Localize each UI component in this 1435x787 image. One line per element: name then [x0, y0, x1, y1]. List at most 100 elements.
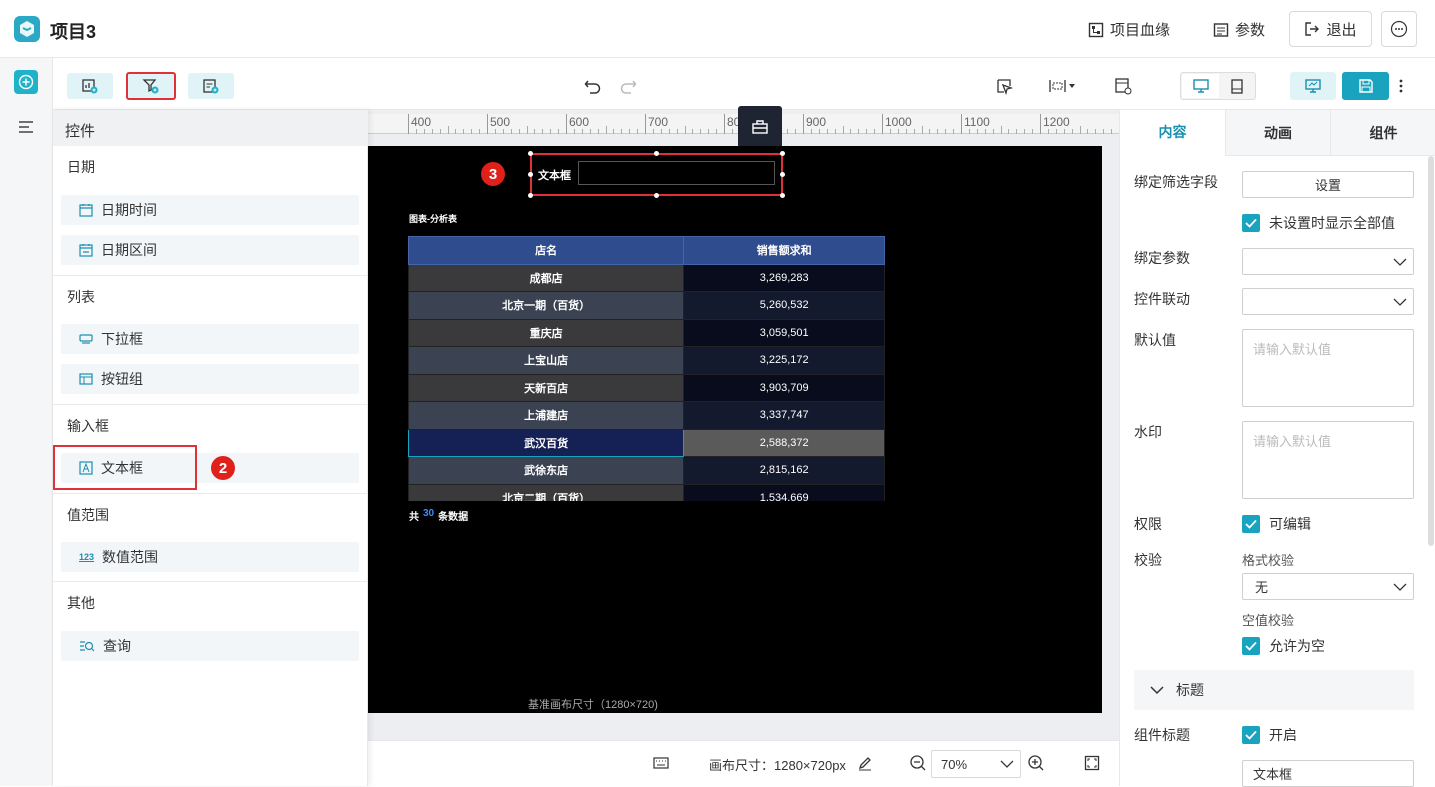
- zoom-in-icon[interactable]: [1027, 754, 1045, 772]
- control-number-range[interactable]: 123 数值范围: [61, 542, 359, 572]
- table-cell-store[interactable]: 上浦建店: [408, 401, 685, 430]
- title-section-header[interactable]: 标题: [1134, 670, 1414, 710]
- editable-checkbox[interactable]: 可编辑: [1242, 514, 1311, 534]
- table-cell-sales[interactable]: 3,225,172: [683, 346, 885, 375]
- calendar-range-icon: [79, 243, 93, 257]
- component-toolbox-button[interactable]: [738, 106, 782, 148]
- undo-icon[interactable]: [580, 73, 606, 99]
- watermark-input[interactable]: 请输入默认值: [1242, 421, 1414, 499]
- calendar-icon: [79, 203, 93, 217]
- enable-title-checkbox[interactable]: 开启: [1242, 725, 1297, 745]
- default-value-input[interactable]: 请输入默认值: [1242, 329, 1414, 407]
- layer-settings-icon[interactable]: [1110, 73, 1136, 99]
- edit-size-icon[interactable]: [857, 755, 873, 771]
- show-all-checkbox[interactable]: 未设置时显示全部值: [1242, 213, 1395, 233]
- preview-button[interactable]: [1290, 72, 1336, 100]
- textbox-widget-label: 文本框: [538, 170, 571, 182]
- panel-title: 控件: [53, 110, 368, 146]
- ruler-minor-tick: [558, 129, 560, 134]
- params-button[interactable]: 参数: [1213, 19, 1265, 40]
- table-row[interactable]: 上浦建店 3,337,747: [408, 401, 885, 430]
- ruler-minor-tick: [968, 129, 970, 134]
- table-header-sales[interactable]: 销售额求和: [683, 236, 885, 265]
- table-header-store[interactable]: 店名: [408, 236, 685, 265]
- control-dropdown[interactable]: 下拉框: [61, 324, 359, 354]
- table-row[interactable]: 成都店 3,269,283: [408, 263, 885, 292]
- ruler-minor-tick: [810, 129, 812, 134]
- table-cell-sales[interactable]: 3,903,709: [683, 373, 885, 402]
- table-cell-sales[interactable]: 3,337,747: [683, 401, 885, 430]
- ruler-minor-tick: [597, 129, 599, 134]
- control-panel: 控件 日期 日期时间 日期区间 列表 下拉框 按钮组 输入框 文本框 2 值范围…: [53, 110, 368, 786]
- textbox-widget-input[interactable]: [578, 161, 775, 185]
- control-date-range[interactable]: 日期区间: [61, 235, 359, 265]
- lineage-icon: [1088, 22, 1104, 38]
- ruler-minor-tick: [889, 129, 891, 134]
- allow-empty-checkbox[interactable]: 允许为空: [1242, 636, 1325, 656]
- tab-content[interactable]: 内容: [1120, 110, 1225, 156]
- linkage-select[interactable]: [1242, 288, 1414, 315]
- table-row[interactable]: 武徐东店 2,815,162: [408, 456, 885, 485]
- desktop-view-icon[interactable]: [1182, 74, 1219, 98]
- zoom-out-icon[interactable]: [909, 754, 927, 772]
- table-cell-store[interactable]: 北京一期（百货）: [408, 291, 685, 320]
- format-validate-select[interactable]: 无: [1242, 573, 1414, 600]
- control-button-group[interactable]: 按钮组: [61, 364, 359, 394]
- table-row[interactable]: 天新百店 3,903,709: [408, 373, 885, 402]
- table-cell-store[interactable]: 成都店: [408, 263, 685, 292]
- tab-component[interactable]: 组件: [1330, 110, 1435, 156]
- mobile-view-icon[interactable]: [1219, 74, 1255, 98]
- table-cell-sales[interactable]: 2,815,162: [683, 456, 885, 485]
- table-cell-sales[interactable]: 5,260,532: [683, 291, 885, 320]
- ruler-minor-tick: [1103, 129, 1105, 134]
- add-icon[interactable]: [14, 70, 38, 94]
- category-input: 输入框: [67, 418, 109, 434]
- table-cell-sales[interactable]: 2,588,372: [683, 428, 885, 457]
- divider: [53, 493, 368, 494]
- report-canvas[interactable]: 文本框 3 图表-分析表 店名 销售额求和 成都店 3,269,283 北京一期（百…: [368, 146, 1102, 713]
- control-query[interactable]: 查询: [61, 631, 359, 661]
- add-filter-control-tool[interactable]: [126, 72, 176, 100]
- fit-screen-icon[interactable]: [1084, 755, 1100, 771]
- control-datetime[interactable]: 日期时间: [61, 195, 359, 225]
- project-lineage-button[interactable]: 项目血缘: [1088, 19, 1170, 40]
- table-cell-store[interactable]: 北京二期（百货）: [408, 483, 685, 501]
- select-tool-icon[interactable]: [991, 73, 1017, 99]
- table-cell-sales[interactable]: 3,059,501: [683, 318, 885, 347]
- table-row[interactable]: 北京一期（百货） 5,260,532: [408, 291, 885, 320]
- set-filter-button[interactable]: 设置: [1242, 171, 1414, 198]
- table-cell-store[interactable]: 武徐东店: [408, 456, 685, 485]
- keyboard-icon[interactable]: [653, 757, 669, 769]
- table-row[interactable]: 北京二期（百货） 1,534,669: [408, 483, 885, 501]
- table-cell-sales[interactable]: 3,269,283: [683, 263, 885, 292]
- tab-animation[interactable]: 动画: [1225, 110, 1330, 156]
- number-range-icon: 123: [79, 552, 95, 562]
- add-component-tool[interactable]: [188, 73, 234, 99]
- category-list: 列表: [67, 289, 95, 305]
- distribute-dropdown-icon[interactable]: [1047, 73, 1077, 99]
- ruler-minor-tick: [826, 129, 828, 134]
- add-chart-tool[interactable]: [67, 73, 113, 99]
- more-options-button[interactable]: [1381, 11, 1417, 47]
- ruler-minor-tick: [494, 129, 496, 134]
- table-cell-store[interactable]: 武汉百货: [408, 428, 685, 457]
- save-button[interactable]: [1342, 72, 1389, 100]
- table-cell-sales[interactable]: 1,534,669: [683, 483, 885, 501]
- footer-count: 30: [423, 508, 435, 519]
- table-row[interactable]: 武汉百货 2,588,372: [408, 428, 885, 457]
- table-cell-store[interactable]: 天新百店: [408, 373, 685, 402]
- outline-list-icon[interactable]: [17, 119, 35, 135]
- exit-button[interactable]: 退出: [1289, 11, 1372, 47]
- redo-icon[interactable]: [615, 73, 641, 99]
- table-cell-store[interactable]: 重庆店: [408, 318, 685, 347]
- bind-param-select[interactable]: [1242, 248, 1414, 275]
- toolbar-more-icon[interactable]: [1394, 73, 1408, 99]
- table-cell-store[interactable]: 上宝山店: [408, 346, 685, 375]
- check-icon: [1242, 214, 1260, 232]
- title-text-input[interactable]: 文本框: [1242, 760, 1414, 787]
- zoom-select[interactable]: 70%: [931, 750, 1021, 778]
- table-row[interactable]: 重庆店 3,059,501: [408, 318, 885, 347]
- table-row[interactable]: 上宝山店 3,225,172: [408, 346, 885, 375]
- property-panel-scrollbar[interactable]: [1428, 156, 1434, 546]
- control-datetime-label: 日期时间: [101, 202, 157, 218]
